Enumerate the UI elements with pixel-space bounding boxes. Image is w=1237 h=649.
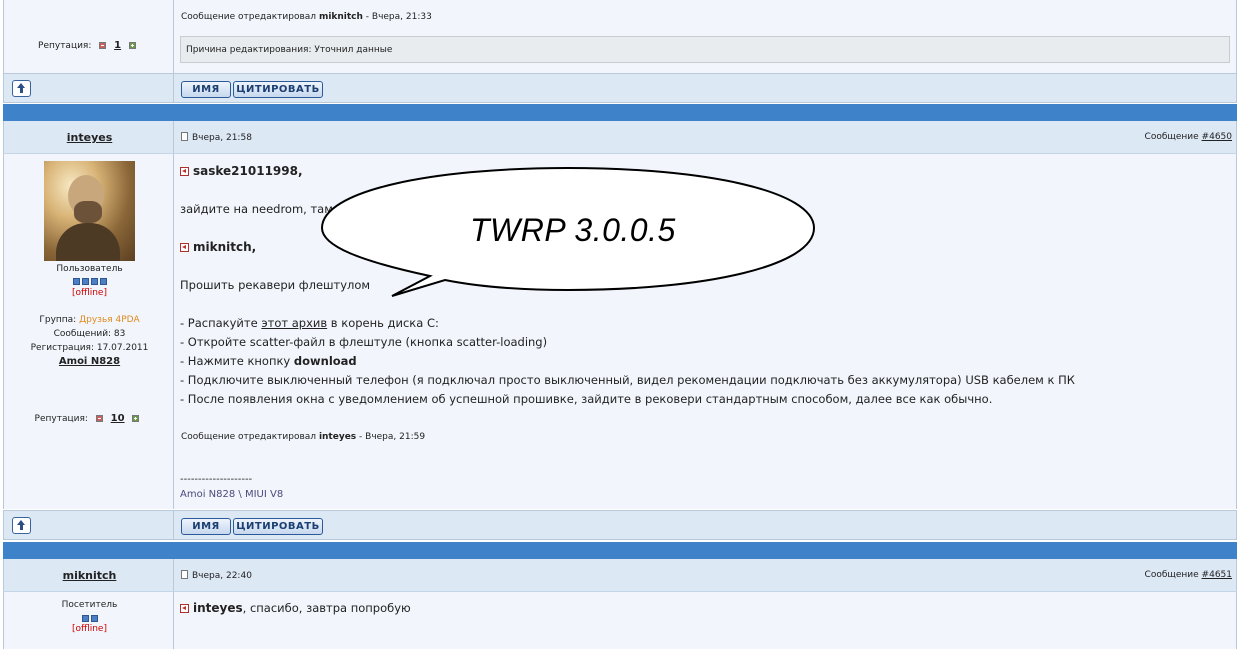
user-role: Посетитель <box>61 600 118 610</box>
post-line: - Распакуйте этот архив в корень диска C… <box>180 316 439 330</box>
mention-arrow-icon[interactable] <box>180 167 189 176</box>
document-icon <box>181 570 188 579</box>
post-line: - Подключите выключенный телефон (я подк… <box>180 373 1075 387</box>
post-userinfo: Пользователь [offline] Группа: Друзья 4P… <box>3 154 174 509</box>
post-number: Сообщение #4650 <box>1144 132 1232 142</box>
post-number-link[interactable]: #4651 <box>1202 570 1232 580</box>
edited-by: miknitch <box>318 12 363 22</box>
quote-button[interactable]: ЦИТИРОВАТЬ <box>233 81 323 98</box>
post-header: miknitch Вчера, 22:40 Сообщение #4651 <box>3 559 1237 592</box>
post-actions-bar: ИМЯ ЦИТИРОВАТЬ <box>3 73 1237 103</box>
post-content: inteyes, спасибо, завтра попробую <box>174 592 1237 649</box>
user-role: Пользователь <box>56 264 123 274</box>
user-status: [offline] <box>72 288 107 298</box>
document-icon <box>181 132 188 141</box>
scroll-top-icon[interactable] <box>12 517 31 534</box>
rep-label: Репутация: <box>34 414 88 424</box>
post-separator <box>3 542 1237 559</box>
user-device-link[interactable]: Amoi N828 <box>59 356 120 367</box>
post-actions-bar: ИМЯ ЦИТИРОВАТЬ <box>3 510 1237 540</box>
scroll-top-icon[interactable] <box>12 80 31 97</box>
user-posts: Сообщений: 83 <box>53 329 126 339</box>
edit-reason-box: Причина редактирования: Уточнил данные <box>180 36 1230 63</box>
post-date: Вчера, 22:40 <box>181 570 252 581</box>
prev-post-body: Репутация: 1 Сообщение отредактировал mi… <box>3 0 1237 73</box>
reputation: Репутация: 10 <box>4 413 175 424</box>
rep-value-link[interactable]: 1 <box>114 40 121 51</box>
post-line: - После появления окна с уведомлением об… <box>180 392 993 406</box>
post-number-link[interactable]: #4650 <box>1202 132 1232 142</box>
user-rank-pips <box>4 275 175 288</box>
user-registered: Регистрация: 17.07.2011 <box>30 343 149 353</box>
rep-minus-icon[interactable] <box>95 415 103 422</box>
edited-by: inteyes <box>318 432 357 442</box>
bubble-text: TWRP 3.0.0.5 <box>470 212 676 248</box>
post-author-link[interactable]: inteyes <box>4 131 175 144</box>
post-body: Посетитель [offline] inteyes, спасибо, з… <box>3 592 1237 649</box>
user-group: Группа: Друзья 4PDA <box>39 315 140 325</box>
rep-plus-icon[interactable] <box>132 415 140 422</box>
user-status: [offline] <box>72 624 107 634</box>
mention-arrow-icon[interactable] <box>180 604 189 613</box>
post-line: - Откройте scatter-файл в флештуле (кноп… <box>180 335 548 349</box>
post-header: inteyes Вчера, 21:58 Сообщение #4650 <box>3 121 1237 154</box>
quote-button[interactable]: ЦИТИРОВАТЬ <box>233 518 323 535</box>
edited-note: Сообщение отредактировал inteyes - Вчера… <box>181 432 426 442</box>
mention-name[interactable]: saske21011998, <box>193 164 303 178</box>
post-number: Сообщение #4651 <box>1144 570 1232 580</box>
prev-post-userinfo: Репутация: 1 <box>3 0 174 73</box>
archive-link[interactable]: этот архив <box>261 316 327 330</box>
avatar[interactable] <box>44 161 135 261</box>
signature-device: Amoi N828 \ MIUI V8 <box>180 489 284 500</box>
post-separator <box>3 104 1237 121</box>
rep-label: Репутация: <box>38 41 92 51</box>
name-button[interactable]: ИМЯ <box>181 518 231 535</box>
post-line: зайдите на needrom, там <box>180 202 333 216</box>
post-userinfo: Посетитель [offline] <box>3 592 174 649</box>
mention-arrow-icon[interactable] <box>180 243 189 252</box>
rep-plus-icon[interactable] <box>128 42 136 49</box>
signature-divider: -------------------- <box>180 474 253 485</box>
rep-minus-icon[interactable] <box>99 42 107 49</box>
speech-bubble: TWRP 3.0.0.5 <box>320 166 820 316</box>
post-date: Вчера, 21:58 <box>181 132 252 143</box>
name-button[interactable]: ИМЯ <box>181 81 231 98</box>
mention-name[interactable]: inteyes <box>193 601 243 615</box>
post-line: - Нажмите кнопку download <box>180 354 357 368</box>
mention-name[interactable]: miknitch, <box>193 240 256 254</box>
edited-note: Сообщение отредактировал miknitch - Вчер… <box>181 12 432 22</box>
post-author-link[interactable]: miknitch <box>4 569 175 582</box>
forum-thread: Репутация: 1 Сообщение отредактировал mi… <box>3 0 1237 649</box>
prev-reputation: Репутация: 1 <box>4 40 175 51</box>
rep-value-link[interactable]: 10 <box>111 413 125 424</box>
prev-post-content: Сообщение отредактировал miknitch - Вчер… <box>174 0 1237 73</box>
